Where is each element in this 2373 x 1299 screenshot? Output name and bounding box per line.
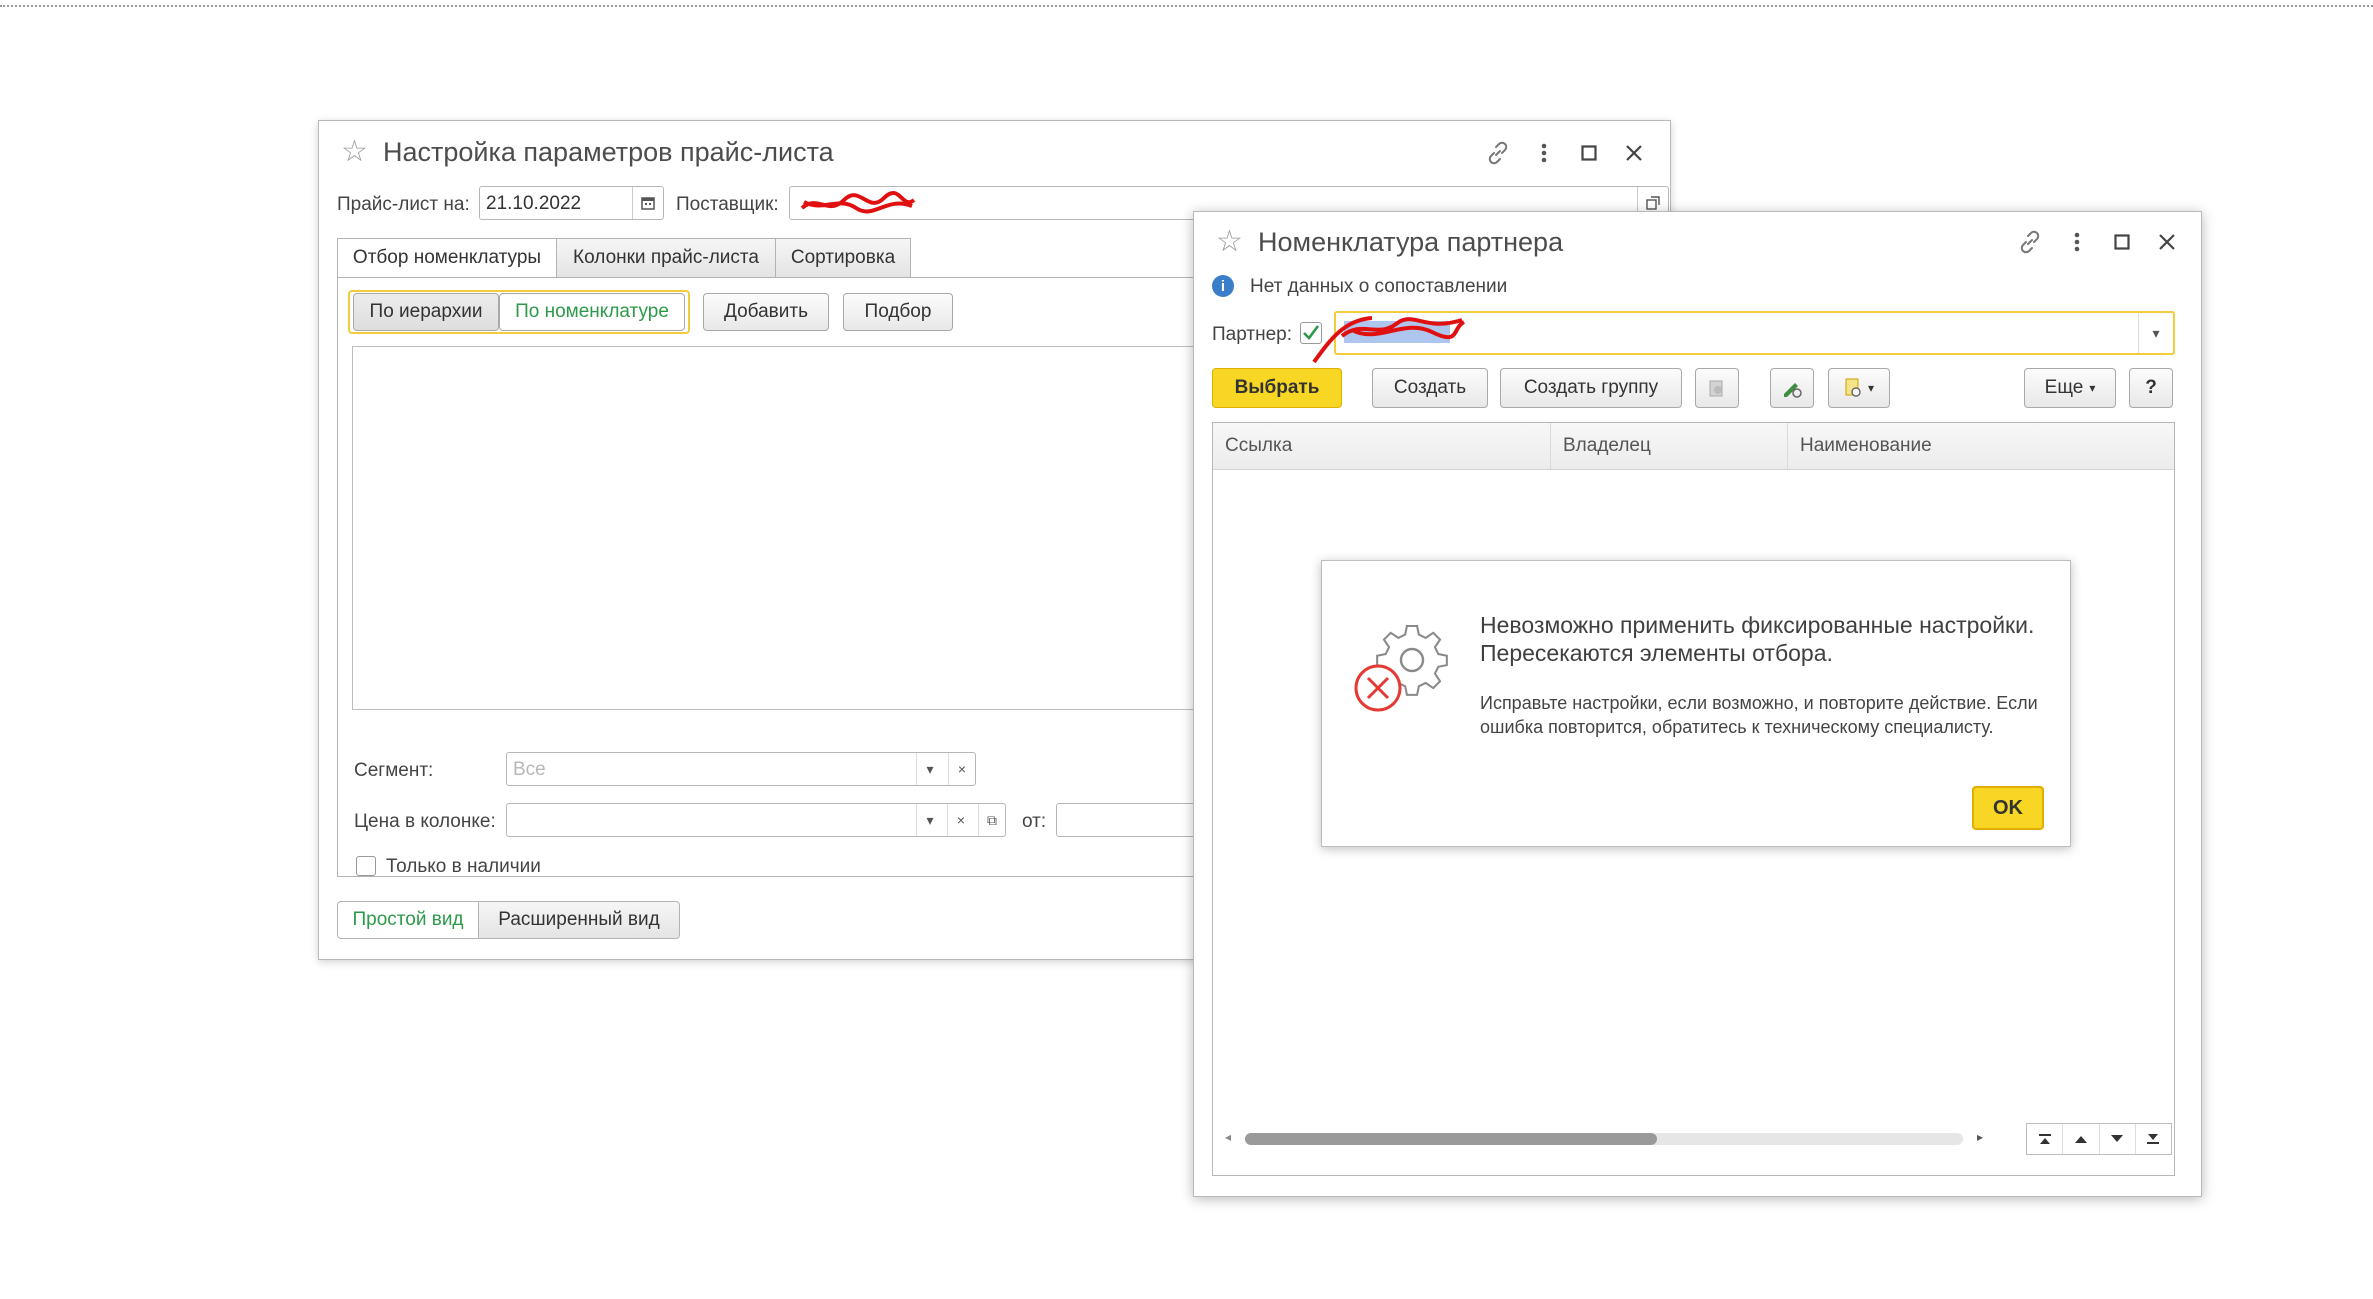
tab-pricelist-columns[interactable]: Колонки прайс-листа (556, 238, 776, 278)
settings-error-icon (1354, 624, 1448, 712)
info-icon: i (1212, 275, 1234, 297)
add-button[interactable]: Добавить (703, 293, 829, 331)
redacted-scribble (800, 190, 916, 214)
copy-icon[interactable] (1695, 368, 1739, 408)
more-vertical-icon[interactable] (1527, 136, 1561, 170)
price-column-label: Цена в колонке: (354, 811, 496, 832)
create-group-button[interactable]: Создать группу (1500, 368, 1682, 408)
link-icon[interactable] (1481, 136, 1515, 170)
close-icon[interactable] (1617, 136, 1651, 170)
dropdown-icon[interactable]: ▾ (2138, 313, 2173, 353)
top-dotted-border (0, 5, 2373, 7)
open-icon[interactable]: ⧉ (978, 804, 1005, 836)
edit-icon[interactable] (1770, 368, 1814, 408)
filter-mode-toggle: По иерархии По номенклатуре (348, 290, 690, 334)
column-header-name[interactable]: Наименование (1788, 423, 2174, 469)
by-nomenclature-button[interactable]: По номенклатуре (499, 293, 685, 331)
tab-sorting[interactable]: Сортировка (775, 238, 911, 278)
segment-field[interactable]: Все ▾ × (506, 752, 976, 786)
favorite-star-icon[interactable]: ☆ (341, 137, 368, 167)
dropdown-icon[interactable]: ▾ (916, 804, 943, 836)
by-hierarchy-button[interactable]: По иерархии (353, 293, 499, 331)
scrollbar-thumb[interactable] (1245, 1133, 1657, 1145)
pick-button[interactable]: Подбор (843, 293, 953, 331)
window-title: Настройка параметров прайс-листа (383, 137, 834, 167)
clear-icon[interactable]: × (947, 804, 974, 836)
table-header: Ссылка Владелец Наименование (1213, 423, 2174, 470)
redacted-scribble (1312, 316, 1466, 364)
create-button[interactable]: Создать (1372, 368, 1488, 408)
close-icon[interactable] (2150, 225, 2184, 259)
maximize-icon[interactable] (2105, 225, 2139, 259)
nav-buttons (2026, 1123, 2172, 1155)
partner-label: Партнер: (1212, 324, 1292, 345)
scroll-bottom-icon[interactable] (2136, 1124, 2171, 1154)
scroll-up-icon[interactable] (2063, 1124, 2100, 1154)
scroll-top-icon[interactable] (2027, 1124, 2064, 1154)
only-available-checkbox[interactable] (356, 856, 376, 876)
tab-nomenclature-filter[interactable]: Отбор номенклатуры (337, 238, 557, 278)
maximize-icon[interactable] (1572, 136, 1606, 170)
more-vertical-icon[interactable] (2060, 225, 2094, 259)
window-title: Номенклатура партнера (1258, 227, 1564, 257)
error-message: Исправьте настройки, если возможно, и по… (1480, 693, 2038, 737)
error-dialog: Невозможно применить фиксированные настр… (1321, 560, 2071, 847)
only-available-label: Только в наличии (386, 856, 541, 877)
column-header-owner[interactable]: Владелец (1551, 423, 1788, 469)
info-text: Нет данных о сопоставлении (1250, 276, 1508, 297)
select-button[interactable]: Выбрать (1212, 368, 1342, 408)
pricelist-date-field[interactable]: 21.10.2022 (479, 186, 664, 220)
segment-placeholder: Все (513, 759, 546, 780)
link-icon[interactable] (2013, 225, 2047, 259)
pricelist-date-value: 21.10.2022 (486, 193, 582, 214)
horizontal-scrollbar[interactable] (1245, 1133, 1963, 1145)
more-menu-button[interactable]: Еще ▾ (2024, 368, 2116, 408)
report-menu-icon[interactable]: ▾ (1828, 368, 1890, 408)
from-field[interactable] (1056, 803, 1216, 837)
supplier-label: Поставщик: (676, 194, 779, 215)
scroll-right-icon[interactable]: ▸ (1977, 1130, 1983, 1144)
simple-view-button[interactable]: Простой вид (337, 901, 479, 939)
segment-label: Сегмент: (354, 760, 434, 781)
dropdown-icon[interactable]: ▾ (916, 753, 943, 785)
error-title: Невозможно применить фиксированные настр… (1480, 612, 2035, 666)
extended-view-button[interactable]: Расширенный вид (478, 901, 680, 939)
scroll-left-icon[interactable]: ◂ (1225, 1130, 1231, 1144)
favorite-star-icon[interactable]: ☆ (1216, 227, 1243, 257)
from-label: от: (1022, 811, 1047, 832)
pricelist-date-label: Прайс-лист на: (337, 194, 470, 215)
price-column-field[interactable]: ▾ × ⧉ (506, 803, 1006, 837)
ok-button[interactable]: OK (1972, 786, 2044, 830)
scroll-down-icon[interactable] (2100, 1124, 2136, 1154)
clear-icon[interactable]: × (948, 753, 975, 785)
column-header-link[interactable]: Ссылка (1213, 423, 1551, 469)
help-button[interactable]: ? (2129, 368, 2173, 408)
calendar-icon[interactable] (632, 187, 663, 219)
